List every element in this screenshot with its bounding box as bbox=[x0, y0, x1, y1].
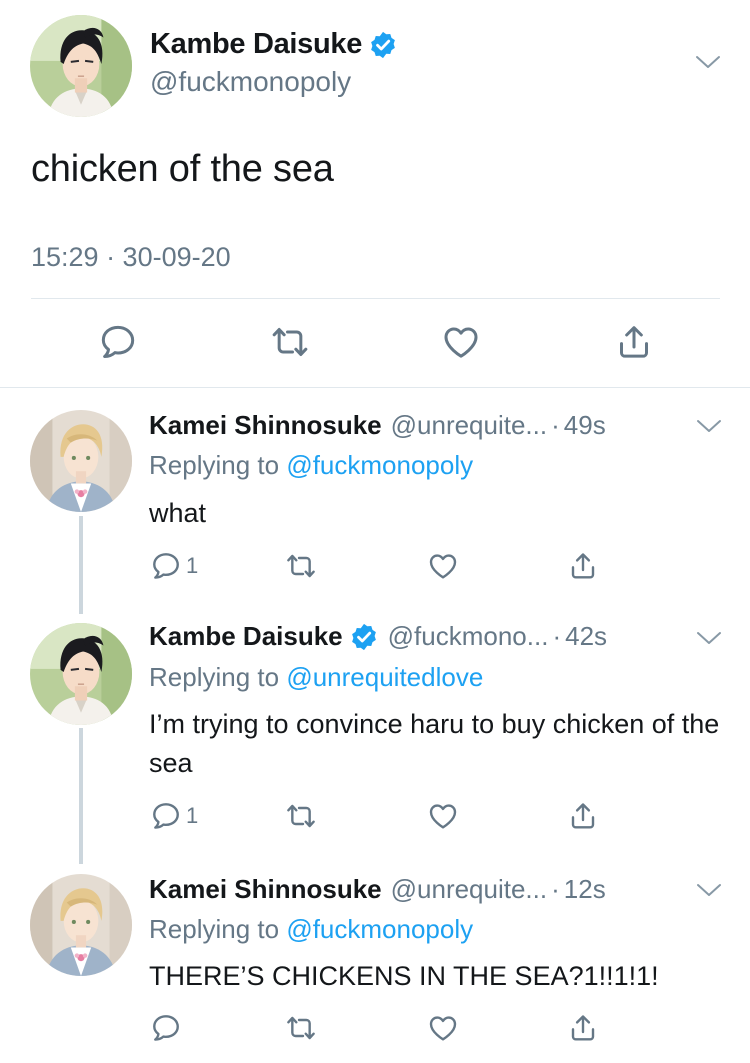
tweet-actions: 1 bbox=[0, 796, 750, 836]
heart-icon bbox=[427, 550, 459, 582]
reply-header: Kamei Shinnosuke @unrequite... · 49s bbox=[149, 410, 606, 441]
main-tweet: Kambe Daisuke @fuckmonopoly chicken of t… bbox=[0, 0, 750, 388]
reply-time[interactable]: 42s bbox=[565, 621, 607, 652]
retweet-button[interactable] bbox=[285, 796, 317, 836]
verified-badge-icon bbox=[368, 30, 398, 60]
tweet-text: chicken of the sea bbox=[31, 148, 334, 190]
chevron-down-icon[interactable] bbox=[695, 54, 721, 70]
mention-link[interactable]: @fuckmonopoly bbox=[286, 914, 473, 944]
retweet-arrows-icon bbox=[285, 1012, 317, 1044]
share-button[interactable] bbox=[614, 322, 654, 362]
tweet-actions bbox=[0, 1008, 750, 1048]
retweet-arrows-icon bbox=[285, 800, 317, 832]
replying-to: Replying to @unrequitedlove bbox=[149, 662, 483, 693]
like-button[interactable] bbox=[427, 1008, 459, 1048]
separator-dot: · bbox=[551, 874, 560, 904]
author-handle[interactable]: @fuckmonopoly bbox=[150, 66, 351, 98]
author-handle[interactable]: @unrequite... bbox=[391, 874, 547, 905]
divider bbox=[31, 298, 720, 299]
reply-button[interactable] bbox=[98, 322, 138, 362]
author-handle[interactable]: @fuckmono... bbox=[388, 621, 549, 652]
speech-bubble-icon bbox=[150, 1012, 182, 1044]
reply-text: I’m trying to convince haru to buy chick… bbox=[149, 709, 720, 778]
mention-link[interactable]: @fuckmonopoly bbox=[286, 450, 473, 480]
tweet-actions bbox=[0, 322, 750, 362]
chevron-down-icon[interactable] bbox=[696, 418, 722, 434]
avatar[interactable] bbox=[30, 15, 132, 117]
avatar[interactable] bbox=[30, 410, 132, 512]
author-name[interactable]: Kamei Shinnosuke bbox=[149, 874, 382, 905]
reply-text: THERE’S CHICKENS IN THE SEA?1!!1!1! bbox=[149, 961, 659, 991]
replying-to-label: Replying to bbox=[149, 662, 280, 692]
avatar-image bbox=[30, 15, 132, 117]
retweet-button[interactable] bbox=[285, 546, 317, 586]
avatar[interactable] bbox=[30, 623, 132, 725]
reply-button[interactable]: 1 bbox=[150, 546, 198, 586]
share-button[interactable] bbox=[567, 546, 599, 586]
tweet-actions: 1 bbox=[0, 546, 750, 586]
reply-text: what bbox=[149, 498, 207, 528]
separator-dot: · bbox=[552, 621, 562, 651]
chevron-down-icon[interactable] bbox=[696, 882, 722, 898]
retweet-button[interactable] bbox=[285, 1008, 317, 1048]
avatar-image bbox=[30, 874, 132, 976]
author-row: Kambe Daisuke bbox=[150, 28, 398, 61]
author-name[interactable]: Kambe Daisuke bbox=[150, 28, 362, 61]
reply-count: 1 bbox=[186, 803, 199, 828]
retweet-arrows-icon bbox=[270, 322, 310, 362]
mention-link[interactable]: @unrequitedlove bbox=[286, 662, 483, 692]
share-button[interactable] bbox=[567, 796, 599, 836]
heart-icon bbox=[441, 322, 481, 362]
reply-count: 1 bbox=[186, 553, 199, 578]
like-button[interactable] bbox=[427, 546, 459, 586]
retweet-button[interactable] bbox=[270, 322, 310, 362]
share-upload-icon bbox=[567, 550, 599, 582]
reply-header: Kamei Shinnosuke @unrequite... · 12s bbox=[149, 874, 606, 905]
replying-to: Replying to @fuckmonopoly bbox=[149, 450, 473, 481]
heart-icon bbox=[427, 1012, 459, 1044]
avatar-image bbox=[30, 410, 132, 512]
retweet-arrows-icon bbox=[285, 550, 317, 582]
replying-to-label: Replying to bbox=[149, 450, 280, 480]
tweet-timestamp[interactable]: 15:29 · 30-09-20 bbox=[31, 242, 231, 273]
reply-button[interactable] bbox=[150, 1008, 186, 1048]
reply-time[interactable]: 49s bbox=[564, 410, 606, 441]
replying-to: Replying to @fuckmonopoly bbox=[149, 914, 473, 945]
speech-bubble-icon bbox=[150, 550, 182, 582]
author-name[interactable]: Kamei Shinnosuke bbox=[149, 410, 382, 441]
author-handle[interactable]: @unrequite... bbox=[391, 410, 547, 441]
heart-icon bbox=[427, 800, 459, 832]
like-button[interactable] bbox=[427, 796, 459, 836]
speech-bubble-icon bbox=[150, 800, 182, 832]
chevron-down-icon[interactable] bbox=[696, 630, 722, 646]
replying-to-label: Replying to bbox=[149, 914, 280, 944]
share-upload-icon bbox=[567, 800, 599, 832]
share-upload-icon bbox=[614, 322, 654, 362]
speech-bubble-icon bbox=[98, 322, 138, 362]
reply-header: Kambe Daisuke @fuckmono... · 42s bbox=[149, 621, 607, 652]
author-name[interactable]: Kambe Daisuke bbox=[149, 621, 343, 652]
share-button[interactable] bbox=[567, 1008, 599, 1048]
reply-time[interactable]: 12s bbox=[564, 874, 606, 905]
separator-dot: · bbox=[551, 410, 560, 440]
share-upload-icon bbox=[567, 1012, 599, 1044]
like-button[interactable] bbox=[441, 322, 481, 362]
verified-badge-icon bbox=[349, 622, 379, 652]
avatar-image bbox=[30, 623, 132, 725]
avatar[interactable] bbox=[30, 874, 132, 976]
reply-button[interactable]: 1 bbox=[150, 796, 198, 836]
